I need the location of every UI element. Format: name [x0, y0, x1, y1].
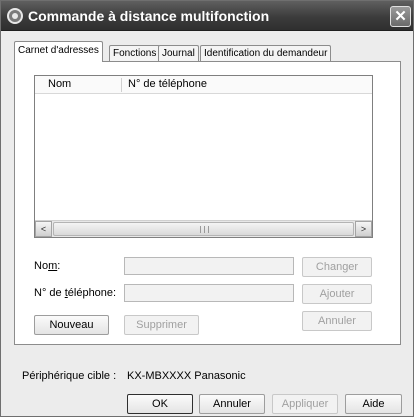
device-value: KX-MBXXXX Panasonic [127, 370, 246, 382]
supprimer-button[interactable]: Supprimer [124, 315, 199, 335]
phone-field[interactable] [124, 284, 294, 302]
column-telephone[interactable]: N° de téléphone [128, 78, 207, 90]
phone-label: N° de téléphone: [34, 287, 117, 299]
tab-journal[interactable]: Journal [158, 45, 199, 62]
address-list[interactable]: Nom N° de téléphone < > [34, 75, 373, 238]
tab-identification-demandeur[interactable]: Identification du demandeur [200, 45, 332, 62]
annuler-entry-button[interactable]: Annuler [302, 311, 372, 331]
app-icon [7, 8, 23, 24]
name-field[interactable] [124, 257, 294, 275]
ok-button[interactable]: OK [127, 394, 193, 414]
changer-button[interactable]: Changer [302, 257, 372, 277]
scroll-right-button[interactable]: > [355, 221, 372, 237]
close-icon: ✕ [394, 8, 407, 25]
annuler-button[interactable]: Annuler [199, 394, 265, 414]
chevron-left-icon: < [40, 224, 47, 234]
grip-icon [200, 226, 209, 233]
name-label: Nom: [34, 260, 61, 272]
dialog-window: Commande à distance multifonction ✕ Carn… [0, 0, 414, 417]
window-title: Commande à distance multifonction [28, 8, 270, 24]
ajouter-button[interactable]: Ajouter [302, 284, 372, 304]
list-header: Nom N° de téléphone [35, 76, 372, 94]
nouveau-button[interactable]: Nouveau [34, 315, 109, 335]
tab-fonctions[interactable]: Fonctions [109, 45, 161, 62]
tab-panel-carnet: Nom N° de téléphone < > Nom: Changer N° … [14, 61, 401, 345]
aide-button[interactable]: Aide [345, 394, 402, 414]
scroll-thumb[interactable] [53, 222, 354, 236]
horizontal-scrollbar[interactable]: < > [35, 220, 372, 237]
title-bar[interactable]: Commande à distance multifonction ✕ [1, 1, 413, 31]
column-separator[interactable] [121, 78, 122, 92]
chevron-right-icon: > [360, 224, 367, 234]
tab-carnet-adresses[interactable]: Carnet d'adresses [14, 41, 103, 62]
column-nom[interactable]: Nom [48, 78, 71, 90]
scroll-left-button[interactable]: < [35, 221, 52, 237]
device-label: Périphérique cible : [22, 370, 117, 382]
appliquer-button[interactable]: Appliquer [272, 394, 338, 414]
close-button[interactable]: ✕ [390, 6, 411, 27]
